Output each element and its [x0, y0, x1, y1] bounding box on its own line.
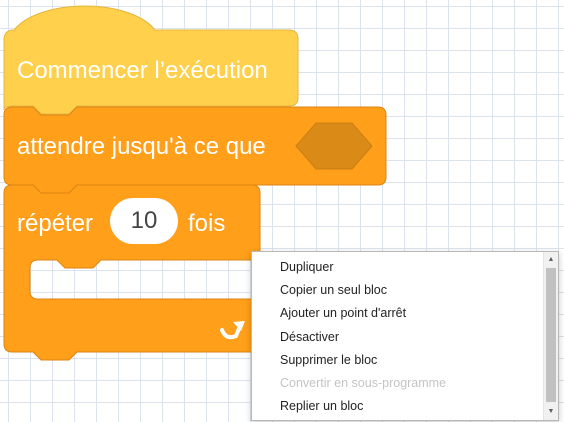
- scroll-down-arrow-icon[interactable]: ▼: [544, 405, 558, 419]
- repeat-suffix-label: fois: [188, 210, 226, 237]
- menu-scrollbar[interactable]: ▲ ▼: [543, 252, 558, 420]
- wait-until-label: attendre jusqu'à ce que: [17, 133, 266, 160]
- menu-item-disable[interactable]: Désactiver: [252, 326, 544, 349]
- scrollbar-thumb[interactable]: [546, 268, 556, 402]
- menu-item-convert-to-subprogram: Convertir en sous-programme: [280, 375, 447, 390]
- start-hat-label: Commencer l’exécution: [17, 57, 268, 84]
- scroll-up-arrow-icon[interactable]: ▲: [544, 253, 558, 267]
- context-menu-list: Dupliquer Copier un seul bloc Ajouter un…: [252, 256, 544, 418]
- menu-item-duplicate[interactable]: Dupliquer: [252, 256, 544, 279]
- repeat-label: répéter: [17, 210, 94, 237]
- menu-item-copy-single-block[interactable]: Copier un seul bloc: [252, 279, 544, 302]
- menu-item-add-breakpoint[interactable]: Ajouter un point d'arrêt: [252, 302, 544, 325]
- menu-item-delete-block[interactable]: Supprimer le bloc: [252, 349, 544, 372]
- repeat-count-input[interactable]: 10: [110, 198, 178, 244]
- menu-item-collapse-block[interactable]: Replier un bloc: [252, 395, 544, 418]
- block-context-menu: Dupliquer Copier un seul bloc Ajouter un…: [251, 251, 559, 421]
- block-workspace[interactable]: Commencer l’exécution attendre jusqu'à c…: [0, 0, 564, 422]
